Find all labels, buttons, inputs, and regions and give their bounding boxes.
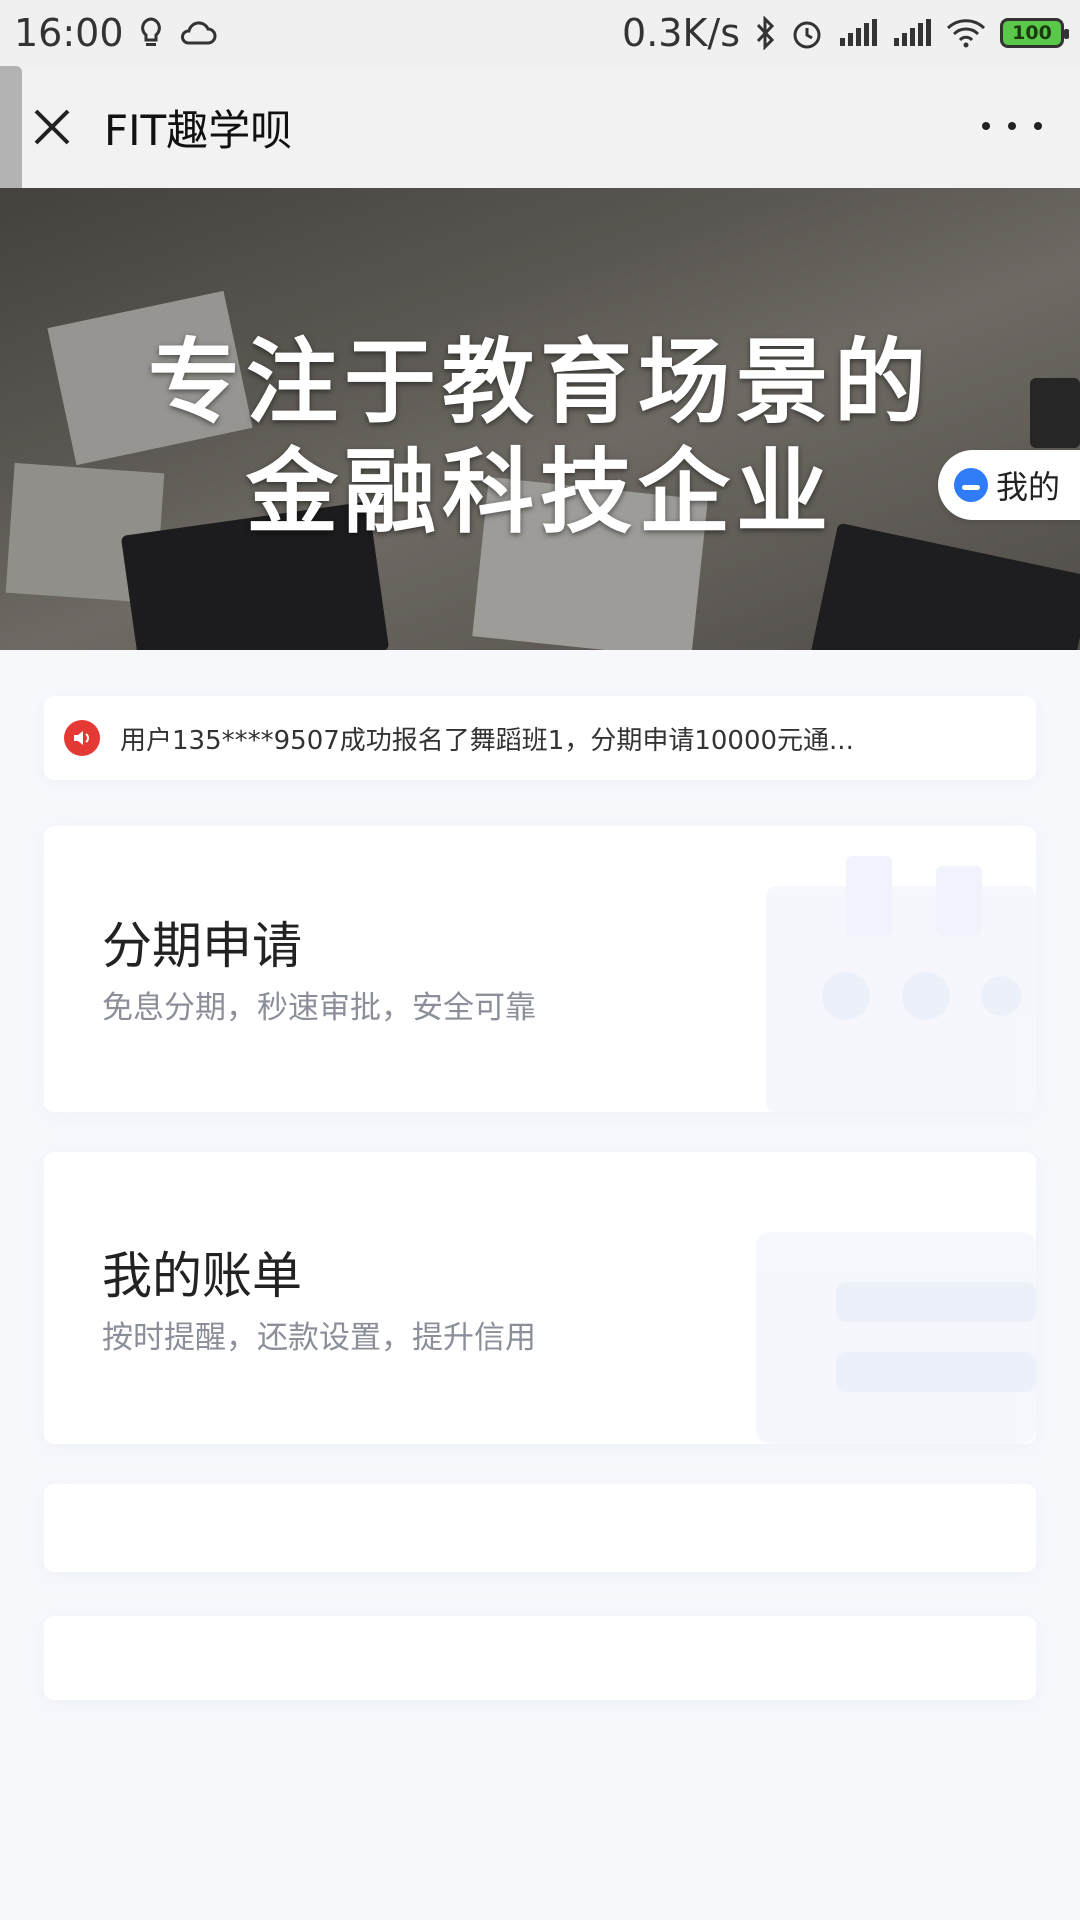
placeholder-card — [44, 1484, 1036, 1572]
banner-headline: 专注于教育场景的 金融科技企业 — [0, 328, 1080, 548]
page-title: FIT趣学呗 — [104, 105, 293, 155]
banner-line-1: 专注于教育场景的 — [147, 329, 932, 436]
mine-button[interactable]: 我的 — [938, 450, 1080, 520]
more-icon — [982, 122, 990, 130]
battery-level: 100 — [1012, 22, 1052, 44]
my-bill-card[interactable]: 我的账单 按时提醒，还款设置，提升信用 — [44, 1152, 1036, 1444]
status-bar: 16:00 0.3K/s 100 — [0, 0, 1080, 66]
placeholder-card — [44, 1616, 1036, 1700]
battery-icon: 100 — [1000, 18, 1069, 48]
signal-icon — [892, 18, 932, 48]
status-time: 16:00 — [14, 11, 124, 55]
card-subtitle: 免息分期，秒速审批，安全可靠 — [102, 990, 536, 1026]
network-speed: 0.3K/s — [622, 11, 740, 55]
bill-illustration — [756, 1232, 1036, 1444]
card-subtitle: 按时提醒，还款设置，提升信用 — [102, 1320, 536, 1356]
speaker-icon — [64, 720, 100, 756]
wifi-icon — [946, 18, 986, 48]
notice-text: 用户135****9507成功报名了舞蹈班1，分期申请10000元通... — [120, 725, 854, 756]
installment-card[interactable]: 分期申请 免息分期，秒速审批，安全可靠 — [44, 826, 1036, 1112]
banner[interactable]: 专注于教育场景的 金融科技企业 我的 — [0, 188, 1080, 650]
card-title: 分期申请 — [102, 917, 302, 975]
bluetooth-icon — [754, 16, 776, 50]
close-icon — [34, 109, 70, 145]
calendar-illustration — [766, 856, 1036, 1112]
alarm-icon — [790, 16, 824, 50]
user-icon — [954, 468, 988, 502]
bulb-icon — [138, 16, 164, 50]
banner-line-2: 金融科技企业 — [245, 439, 834, 546]
mine-label: 我的 — [996, 468, 1061, 506]
notice-bar[interactable]: 用户135****9507成功报名了舞蹈班1，分期申请10000元通... — [44, 696, 1036, 780]
more-button[interactable] — [982, 106, 1042, 146]
cloud-icon — [178, 19, 218, 47]
card-title: 我的账单 — [102, 1247, 302, 1305]
nav-bar: FIT趣学呗 — [0, 66, 1080, 188]
signal-icon — [838, 18, 878, 48]
